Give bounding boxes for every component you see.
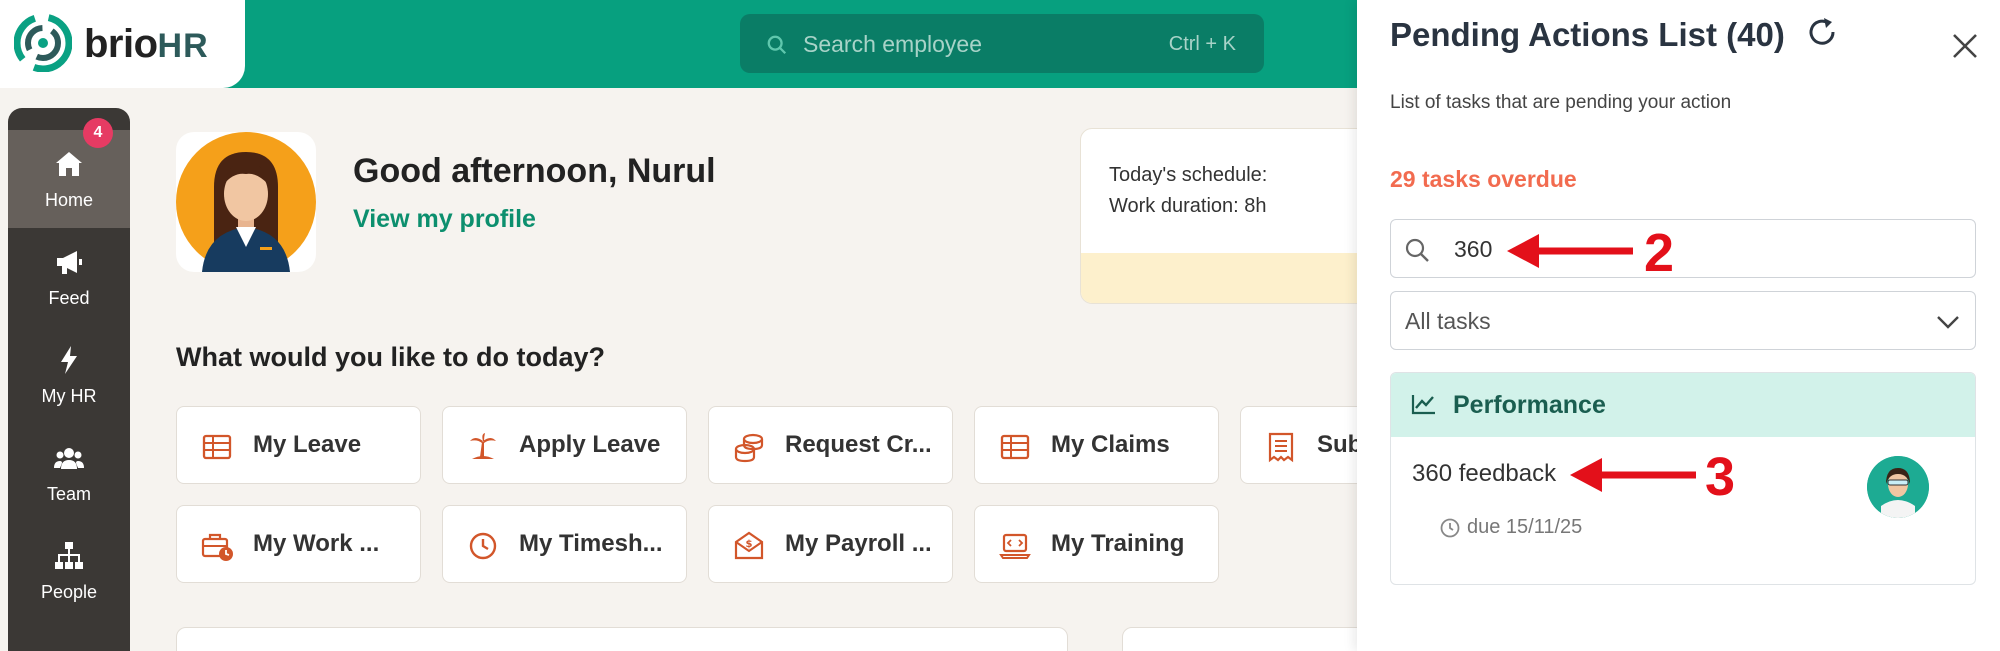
user-avatar-illustration <box>176 132 316 272</box>
task-search-value: 360 <box>1454 236 1493 262</box>
logo[interactable]: brioHR <box>0 0 245 88</box>
sidebar-item-people[interactable]: People <box>8 522 130 620</box>
annotation-arrow-2 <box>1507 234 1633 268</box>
chevron-down-icon <box>1937 316 1959 329</box>
clock-icon <box>469 532 497 560</box>
pending-actions-panel: Pending Actions List (40) List of tasks … <box>1357 0 2000 651</box>
work-duration: Work duration: 8h <box>1109 195 1267 217</box>
briefcase-clock-icon <box>201 533 233 561</box>
payroll-envelope-icon: $ <box>734 531 764 560</box>
action-apply-leave[interactable]: Apply Leave <box>442 406 687 484</box>
overdue-count: 29 tasks overdue <box>1390 166 1577 192</box>
table-icon <box>1000 434 1030 460</box>
section-header: Performance <box>1391 373 1975 437</box>
search-shortcut: Ctrl + K <box>1168 33 1236 55</box>
assignee-avatar[interactable] <box>1867 456 1929 518</box>
annotation-number-3: 3 <box>1705 447 1736 507</box>
action-my-payroll[interactable]: $ My Payroll ... <box>708 505 953 583</box>
search-icon <box>767 35 787 55</box>
search-icon <box>1405 238 1429 262</box>
quick-actions-heading: What would you like to do today? <box>176 342 605 372</box>
table-icon <box>202 434 232 460</box>
line-chart-icon <box>1411 395 1435 415</box>
feed-notification-badge: 4 <box>83 118 113 148</box>
sidebar: Home Feed My HR Team People <box>8 108 130 651</box>
action-my-leave[interactable]: My Leave <box>176 406 421 484</box>
org-chart-icon <box>55 542 83 569</box>
avatar[interactable] <box>176 132 316 272</box>
dashboard-card <box>176 627 1068 651</box>
clock-icon <box>1440 518 1460 538</box>
action-my-training[interactable]: My Training <box>974 505 1219 583</box>
schedule-card: Today's schedule: Work duration: 8h <box>1080 128 1390 304</box>
task-filter-select[interactable]: All tasks <box>1390 291 1976 350</box>
panel-title: Pending Actions List (40) <box>1390 16 1785 53</box>
schedule-footer <box>1081 253 1389 303</box>
task-filter-value: All tasks <box>1405 308 1491 334</box>
close-icon[interactable] <box>1951 32 1979 60</box>
logo-text: brioHR <box>84 22 209 66</box>
sidebar-item-feed[interactable]: Feed <box>8 228 130 326</box>
brio-logo-icon <box>14 14 72 72</box>
panel-subtitle: List of tasks that are pending your acti… <box>1390 92 1732 113</box>
task-search-input[interactable]: 360 <box>1390 219 1976 278</box>
search-placeholder: Search employee <box>803 31 982 57</box>
task-due-date: due 15/11/25 <box>1467 516 1583 538</box>
action-request-credit[interactable]: Request Cr... <box>708 406 953 484</box>
lightning-icon <box>61 346 77 374</box>
sidebar-item-home[interactable]: Home <box>8 130 130 228</box>
schedule-label: Today's schedule: <box>1109 164 1268 186</box>
team-icon <box>54 448 84 469</box>
annotation-arrow-3 <box>1570 458 1696 492</box>
section-title: Performance <box>1453 391 1606 419</box>
annotation-number-2: 2 <box>1644 223 1675 283</box>
action-my-claims[interactable]: My Claims <box>974 406 1219 484</box>
palm-tree-icon <box>470 433 496 459</box>
task-360-feedback[interactable]: 360 feedback <box>1412 460 1556 488</box>
action-my-timesheet[interactable]: My Timesh... <box>442 505 687 583</box>
search-employee-input[interactable]: Search employee Ctrl + K <box>740 14 1264 73</box>
coins-icon <box>734 433 764 463</box>
sidebar-item-my-hr[interactable]: My HR <box>8 326 130 424</box>
home-icon <box>56 152 82 176</box>
refresh-icon[interactable] <box>1804 14 1840 50</box>
svg-text:$: $ <box>746 539 753 550</box>
greeting-heading: Good afternoon, Nurul <box>353 152 716 190</box>
dashboard-card <box>1122 627 1382 651</box>
action-my-work[interactable]: My Work ... <box>176 505 421 583</box>
sidebar-item-team[interactable]: Team <box>8 424 130 522</box>
view-profile-link[interactable]: View my profile <box>353 205 536 234</box>
megaphone-icon <box>57 251 82 274</box>
receipt-icon <box>1268 432 1294 463</box>
laptop-code-icon <box>999 533 1031 559</box>
assignee-avatar-illustration <box>1867 456 1929 518</box>
